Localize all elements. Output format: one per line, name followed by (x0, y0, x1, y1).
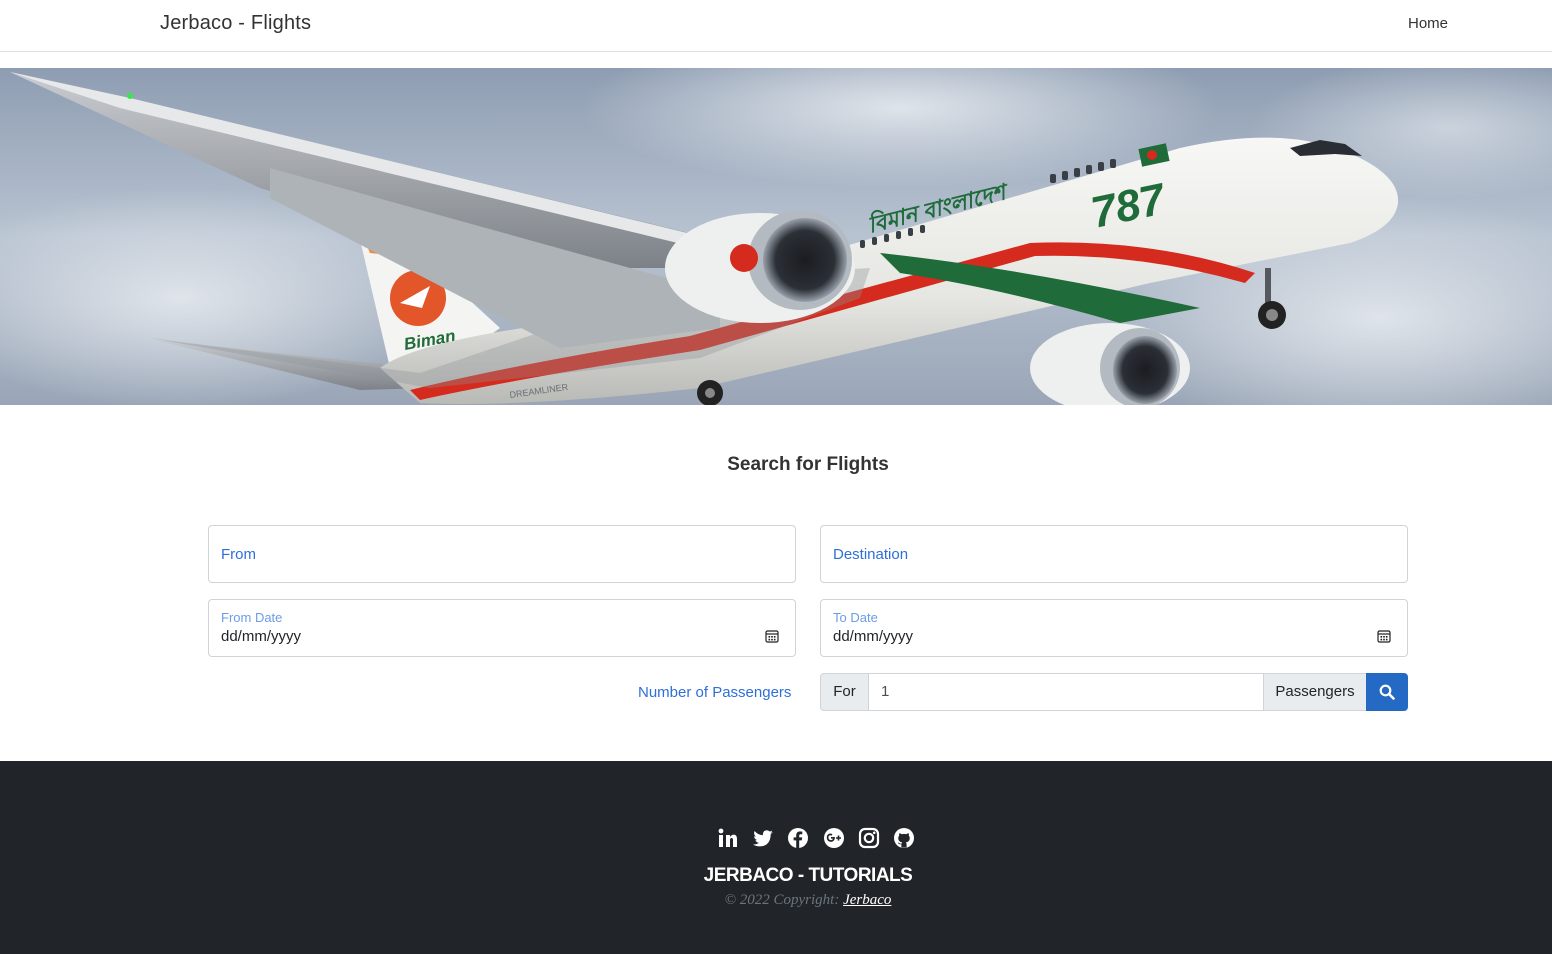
to-date-label: To Date (833, 610, 878, 625)
footer-title: JERBACO - TUTORIALS (703, 865, 913, 886)
linkedin-icon[interactable] (717, 827, 739, 849)
search-title: Search for Flights (727, 454, 889, 475)
brand-link[interactable]: Jerbaco - Flights (160, 12, 311, 35)
copyright-text: © 2022 Copyright: Jerbaco (0, 892, 1552, 909)
destination-input[interactable]: Destination (820, 525, 1408, 583)
from-date-input[interactable]: From Date dd/mm/yyyy (208, 599, 796, 657)
footer: JERBACO - TUTORIALS © 2022 Copyright: Je… (0, 761, 1552, 954)
copyright-link[interactable]: Jerbaco (843, 892, 891, 908)
search-button[interactable] (1366, 673, 1408, 711)
passengers-addon: Passengers (1263, 673, 1367, 711)
from-placeholder: From (221, 546, 256, 563)
destination-placeholder: Destination (833, 546, 909, 563)
passengers-input[interactable]: 1 (868, 673, 1264, 711)
google-plus-icon[interactable] (823, 827, 845, 849)
navbar: Jerbaco - Flights Home (0, 0, 1552, 52)
from-date-value: dd/mm/yyyy (221, 628, 302, 645)
passengers-input-group: For 1 Passengers (820, 673, 1408, 711)
hero-banner: Biman বিমান বাংলাদেশ 787 DREAMLINER (0, 68, 1552, 405)
for-addon: For (820, 673, 869, 711)
to-date-value: dd/mm/yyyy (833, 628, 914, 645)
instagram-icon[interactable] (858, 827, 880, 849)
nav-home-link[interactable]: Home (1408, 15, 1448, 32)
facebook-icon[interactable] (787, 827, 809, 849)
airplane-image: Biman বিমান বাংলাদেশ 787 DREAMLINER (0, 68, 1552, 405)
twitter-icon[interactable] (752, 827, 774, 849)
github-icon[interactable] (893, 827, 915, 849)
from-input[interactable]: From (208, 525, 796, 583)
calendar-icon[interactable] (765, 629, 779, 643)
passengers-label: Number of Passengers (638, 684, 792, 701)
from-date-label: From Date (221, 610, 283, 625)
copyright-prefix: © 2022 Copyright: (724, 892, 840, 908)
to-date-input[interactable]: To Date dd/mm/yyyy (820, 599, 1408, 657)
search-icon (1379, 684, 1395, 700)
calendar-icon[interactable] (1377, 629, 1391, 643)
